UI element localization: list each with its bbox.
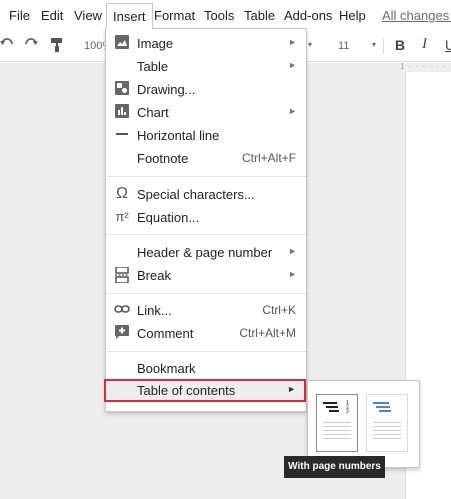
menu-item-link[interactable]: Link... Ctrl+K <box>106 299 306 322</box>
bold-button[interactable]: B <box>395 37 405 53</box>
menu-item-label: Image <box>137 36 174 51</box>
comment-shortcut: Ctrl+Alt+M <box>239 326 296 340</box>
submenu-arrow-icon: ► <box>288 246 297 256</box>
menu-item-header-page-number[interactable]: Header & page number ► <box>106 241 306 264</box>
menu-item-horizontal-line[interactable]: Horizontal line <box>106 124 306 147</box>
toc-submenu: 1 2 3 <box>307 380 420 468</box>
toc-page-number-3: 3 <box>346 409 349 415</box>
menu-item-label: Header & page number <box>137 245 273 260</box>
menu-divider <box>106 234 306 235</box>
menu-item-label: Bookmark <box>137 361 196 376</box>
menu-item-image[interactable]: Image ► <box>106 32 306 55</box>
menu-item-table[interactable]: Table ► <box>106 55 306 78</box>
menu-item-drawing[interactable]: Drawing... <box>106 78 306 101</box>
image-icon <box>114 35 130 51</box>
toc-with-page-numbers-option[interactable]: 1 2 3 <box>316 394 358 452</box>
menu-divider <box>106 351 306 352</box>
redo-icon[interactable] <box>24 37 38 56</box>
menu-file[interactable]: File <box>9 8 30 23</box>
link-icon <box>114 302 130 318</box>
menu-item-label: Link... <box>137 303 172 318</box>
menu-item-bookmark[interactable]: Bookmark <box>106 357 306 380</box>
horizontal-line-icon <box>114 127 130 143</box>
menu-table[interactable]: Table <box>244 8 275 23</box>
toolbar-divider <box>383 38 384 54</box>
menu-item-label: Table of contents <box>137 383 236 398</box>
menu-item-equation[interactable]: π² Equation... <box>106 206 306 229</box>
submenu-arrow-icon: ► <box>288 37 297 47</box>
menu-addons[interactable]: Add-ons <box>284 8 332 23</box>
underline-button[interactable]: U <box>445 37 451 53</box>
footnote-shortcut: Ctrl+Alt+F <box>241 151 296 165</box>
menu-insert[interactable]: Insert <box>106 3 153 29</box>
link-shortcut: Ctrl+K <box>262 303 296 317</box>
submenu-arrow-icon: ► <box>288 60 297 70</box>
font-size-select[interactable]: 11 <box>338 40 349 52</box>
break-icon <box>114 266 130 284</box>
menu-item-table-of-contents[interactable]: Table of contents ► <box>104 379 306 402</box>
menu-item-label: Chart <box>137 105 169 120</box>
menu-help[interactable]: Help <box>339 8 366 23</box>
insert-menu: Image ► Table ► Drawing... Chart ► Horiz… <box>104 28 307 412</box>
menu-divider <box>106 176 306 177</box>
menu-item-special-characters[interactable]: Ω Special characters... <box>106 183 306 206</box>
omega-icon: Ω <box>116 185 128 202</box>
italic-button[interactable]: I <box>422 36 427 53</box>
ruler: 1 · · · · · · <box>400 62 447 71</box>
menu-item-label: Table <box>137 59 169 74</box>
menu-item-comment[interactable]: Comment Ctrl+Alt+M <box>106 322 306 345</box>
comment-icon <box>114 325 130 341</box>
submenu-arrow-icon: ► <box>288 269 297 279</box>
menu-item-label: Drawing... <box>137 82 196 97</box>
menu-item-chart[interactable]: Chart ► <box>106 101 306 124</box>
toc-with-blue-links-option[interactable] <box>366 394 408 452</box>
toc-tooltip: With page numbers <box>284 456 385 478</box>
menu-item-label: Special characters... <box>137 187 255 202</box>
toc-blue-links-preview-icon <box>373 402 401 439</box>
menu-edit[interactable]: Edit <box>41 8 63 23</box>
paint-format-icon[interactable] <box>50 37 64 58</box>
menu-item-footnote[interactable]: Footnote Ctrl+Alt+F <box>106 147 306 170</box>
menu-item-label: Footnote <box>137 151 189 166</box>
chart-icon <box>114 104 130 120</box>
drawing-icon <box>114 81 130 97</box>
chevron-down-icon[interactable]: ▾ <box>372 40 376 49</box>
menu-item-break[interactable]: Break ► <box>106 264 306 287</box>
menu-item-label: Equation... <box>137 210 200 225</box>
menu-bar: File Edit View Insert Format Tools Table… <box>0 0 451 30</box>
menu-divider <box>106 293 306 294</box>
menu-view[interactable]: View <box>74 8 102 23</box>
menu-item-label: Comment <box>137 326 194 341</box>
save-status-link[interactable]: All changes sa <box>382 8 451 23</box>
menu-item-label: Horizontal line <box>137 128 220 143</box>
toc-page-numbers-preview-icon: 1 2 3 <box>323 400 351 439</box>
menu-item-label: Break <box>137 268 171 283</box>
menu-format[interactable]: Format <box>154 8 195 23</box>
chevron-down-icon[interactable]: ▾ <box>308 40 312 49</box>
pi-icon: π² <box>115 209 129 224</box>
undo-icon[interactable] <box>0 37 14 56</box>
submenu-arrow-icon: ► <box>287 384 296 394</box>
submenu-arrow-icon: ► <box>288 106 297 116</box>
menu-tools[interactable]: Tools <box>204 8 234 23</box>
